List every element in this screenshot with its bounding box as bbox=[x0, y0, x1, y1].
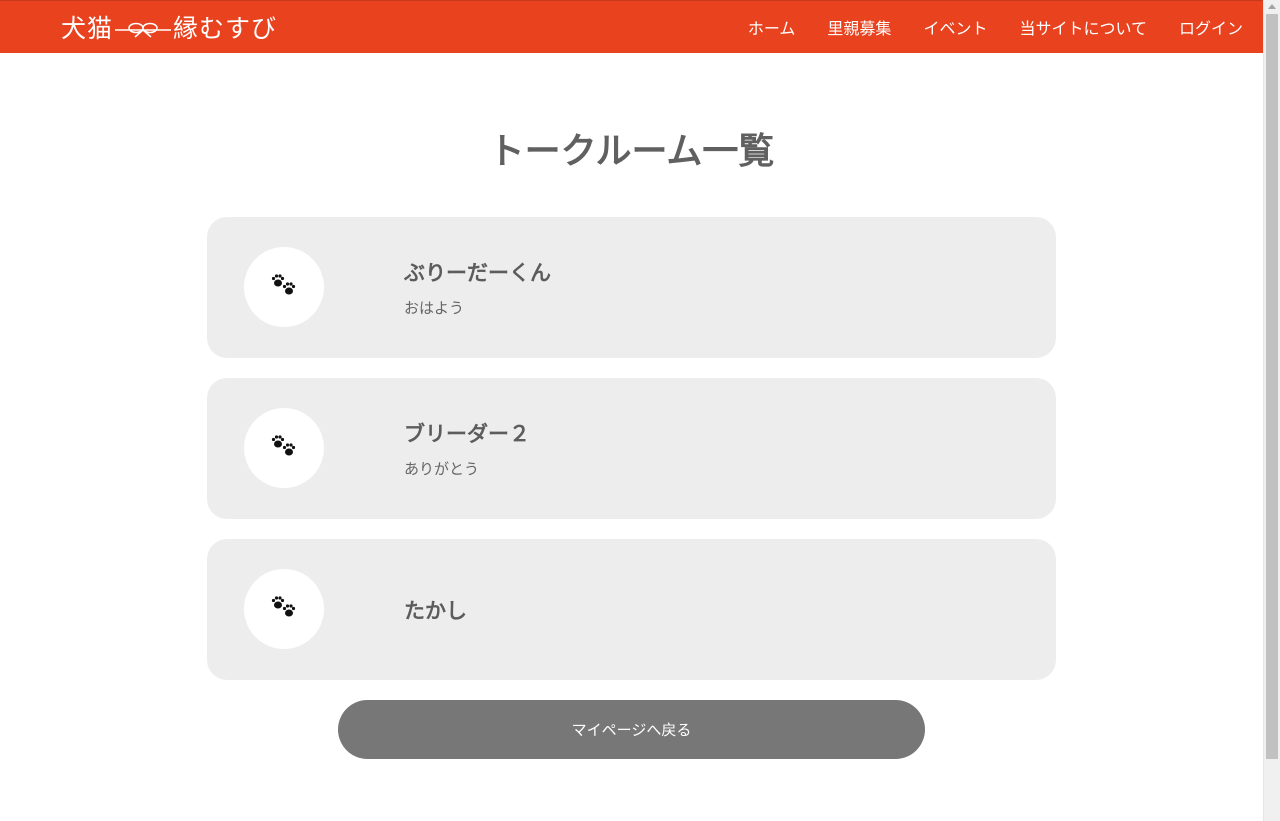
avatar bbox=[244, 408, 324, 488]
nav-link-home[interactable]: ホーム bbox=[748, 15, 796, 39]
main-nav: ホーム 里親募集 イベント 当サイトについて ログイン bbox=[716, 1, 1243, 53]
back-to-mypage-button[interactable]: マイページへ戻る bbox=[338, 700, 925, 759]
talkroom-card[interactable]: ブリーダー２ ありがとう bbox=[207, 378, 1056, 519]
site-logo[interactable]: 犬猫 縁むすび bbox=[61, 9, 277, 45]
vertical-scrollbar[interactable] bbox=[1263, 0, 1280, 821]
talkroom-card[interactable]: ぶりーだーくん おはよう bbox=[207, 217, 1056, 358]
page-title: トークルーム一覧 bbox=[488, 131, 775, 172]
nav-link-events[interactable]: イベント bbox=[923, 15, 987, 39]
paw-icon bbox=[269, 433, 299, 463]
room-name: ぶりーだーくん bbox=[404, 261, 551, 285]
paw-icon bbox=[269, 272, 299, 302]
room-name: ブリーダー２ bbox=[404, 422, 530, 446]
logo-text-left: 犬猫 bbox=[61, 14, 114, 43]
page: 犬猫 縁むすび ホーム 里親募集 イベント 当サイトについて ログイン トークル… bbox=[0, 0, 1263, 821]
room-last-message: ありがとう bbox=[404, 460, 480, 478]
avatar bbox=[244, 247, 324, 327]
header-bar: 犬猫 縁むすび ホーム 里親募集 イベント 当サイトについて ログイン bbox=[0, 0, 1263, 53]
talkroom-card[interactable]: たかし bbox=[207, 539, 1056, 680]
nav-link-about[interactable]: 当サイトについて bbox=[1019, 15, 1147, 39]
nav-link-foster[interactable]: 里親募集 bbox=[827, 15, 891, 39]
logo-text-right: 縁むすび bbox=[173, 14, 278, 43]
avatar bbox=[244, 569, 324, 649]
paw-icon bbox=[269, 594, 299, 624]
room-name: たかし bbox=[404, 599, 467, 623]
scroll-up-arrow-icon[interactable] bbox=[1268, 4, 1276, 9]
nav-link-login[interactable]: ログイン bbox=[1179, 15, 1243, 39]
room-last-message: おはよう bbox=[404, 299, 465, 317]
ribbon-knot-icon bbox=[115, 17, 172, 38]
scrollbar-thumb[interactable] bbox=[1266, 14, 1278, 759]
